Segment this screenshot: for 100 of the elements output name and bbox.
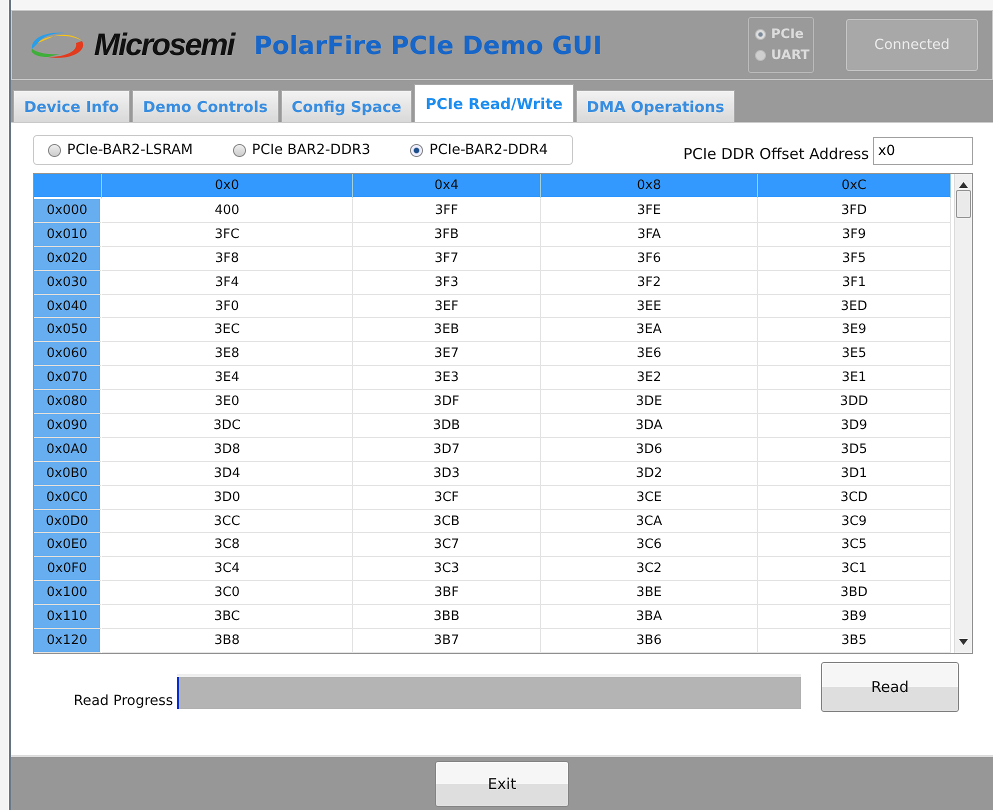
offset-input-field[interactable]: x0	[873, 137, 973, 165]
radio-label: PCIe BAR2-DDR3	[252, 142, 370, 158]
table-cell: 3BC	[102, 605, 353, 630]
radio-label: PCIe	[771, 27, 804, 42]
table-cell: 3C9	[758, 510, 951, 534]
table-cell: 3CB	[353, 510, 541, 534]
table-cell: 3C0	[102, 581, 353, 606]
table-cell: 3C3	[353, 557, 541, 582]
scroll-down-icon[interactable]	[959, 638, 968, 645]
table-cell: 3E1	[758, 366, 951, 390]
table-cell: 3FB	[353, 222, 541, 247]
table-cell: 3EF	[353, 294, 541, 318]
table-cell: 3B5	[758, 629, 951, 653]
row-header: 0x050	[34, 318, 102, 342]
table-cell: 3F3	[353, 270, 541, 295]
table-cell: 3D5	[758, 438, 951, 462]
tab[interactable]: Demo Controls	[132, 90, 279, 122]
row-header: 0x0B0	[34, 462, 102, 486]
table-cell: 3D4	[102, 462, 353, 486]
table-cell: 3F9	[758, 222, 951, 247]
row-header: 0x090	[34, 414, 102, 438]
table-cell: 3D7	[353, 438, 541, 462]
row-header: 0x030	[34, 270, 102, 295]
table-cell: 3E9	[758, 318, 951, 342]
table-cell: 3DC	[102, 414, 353, 438]
table-cell: 3EB	[353, 318, 541, 342]
progress-label: Read Progress	[72, 692, 173, 709]
radio-button[interactable]	[755, 50, 766, 61]
table-cell: 3EA	[541, 318, 758, 342]
table-cell: 3E6	[541, 342, 758, 366]
column-header: 0x0	[102, 174, 353, 199]
table-cell: 3BD	[758, 581, 951, 606]
radio-label: UART	[771, 48, 810, 63]
table-cell: 3C6	[541, 533, 758, 558]
table-cell: 3CA	[541, 510, 758, 534]
table-cell: 3CE	[541, 486, 758, 510]
column-header: 0xC	[758, 174, 951, 199]
table-cell: 3FA	[541, 222, 758, 247]
row-header: 0x100	[34, 581, 102, 606]
radio-button[interactable]	[48, 144, 61, 156]
scrollbar[interactable]	[954, 174, 972, 653]
table-cell: 3DB	[353, 414, 541, 438]
table-cell: 3CD	[758, 486, 951, 510]
row-header: 0x060	[34, 342, 102, 366]
table-cell: 3FF	[353, 199, 541, 223]
scroll-thumb[interactable]	[956, 190, 971, 218]
table-cell: 3F1	[758, 270, 951, 295]
brand-logo-text: Microsemi	[94, 27, 234, 63]
table-cell: 3EE	[541, 294, 758, 318]
radio-button[interactable]	[232, 144, 246, 156]
row-header: 0x020	[34, 246, 102, 271]
table-cell: 3D1	[758, 462, 951, 486]
table-cell: 3F6	[541, 246, 758, 271]
row-header: 0x0D0	[34, 510, 102, 534]
row-header: 0x0E0	[34, 533, 102, 558]
table-cell: 3E8	[102, 342, 353, 366]
table-cell: 3D2	[541, 462, 758, 486]
table-cell: 3D6	[541, 438, 758, 462]
table-cell: 3B8	[102, 629, 353, 653]
table-cell: 3B7	[353, 629, 541, 653]
table-cell: 3D8	[102, 438, 353, 462]
table-cell: 3CC	[102, 510, 353, 534]
read-button[interactable]: Read	[821, 662, 959, 712]
table-cell: 3C8	[102, 533, 353, 558]
tab[interactable]: PCIe Read/Write	[414, 84, 574, 122]
table-cell: 3F5	[758, 246, 951, 271]
table-cell: 3FE	[541, 199, 758, 223]
table-cell: 3DD	[758, 390, 951, 414]
table-cell: 3CF	[353, 486, 541, 510]
table-cell: 3D9	[758, 414, 951, 438]
table-cell: 3C1	[758, 557, 951, 582]
tab[interactable]: Config Space	[280, 90, 412, 122]
tab[interactable]: DMA Operations	[576, 90, 736, 122]
table-cell: 3DA	[541, 414, 758, 438]
row-header: 0x0F0	[34, 557, 102, 582]
table-cell: 3ED	[758, 294, 951, 318]
offset-label: PCIe DDR Offset Address	[683, 145, 869, 163]
scroll-up-icon[interactable]	[959, 182, 968, 188]
table-cell: 3DE	[541, 390, 758, 414]
table-cell: 3F2	[541, 270, 758, 295]
table-cell: 3B6	[541, 629, 758, 653]
table-cell: 3C7	[353, 533, 541, 558]
tab[interactable]: Device Info	[13, 90, 130, 122]
app-title: PolarFire PCIe Demo GUI	[254, 30, 602, 60]
radio-button[interactable]	[410, 144, 424, 156]
row-header: 0x0A0	[34, 438, 102, 462]
radio-button[interactable]	[755, 29, 766, 40]
table-cell: 3FD	[758, 199, 951, 223]
table-cell: 3C4	[102, 557, 353, 582]
table-cell: 3D0	[102, 486, 353, 510]
table-cell: 3E5	[758, 342, 951, 366]
table-cell: 400	[102, 199, 353, 223]
table-cell: 3B9	[758, 605, 951, 630]
row-header: 0x010	[34, 222, 102, 247]
table-cell: 3BF	[353, 581, 541, 606]
table-cell: 3C2	[541, 557, 758, 582]
table-cell: 3C5	[758, 533, 951, 558]
row-header: 0x120	[34, 629, 102, 653]
exit-button[interactable]: Exit	[435, 760, 569, 806]
table-cell: 3BA	[541, 605, 758, 630]
